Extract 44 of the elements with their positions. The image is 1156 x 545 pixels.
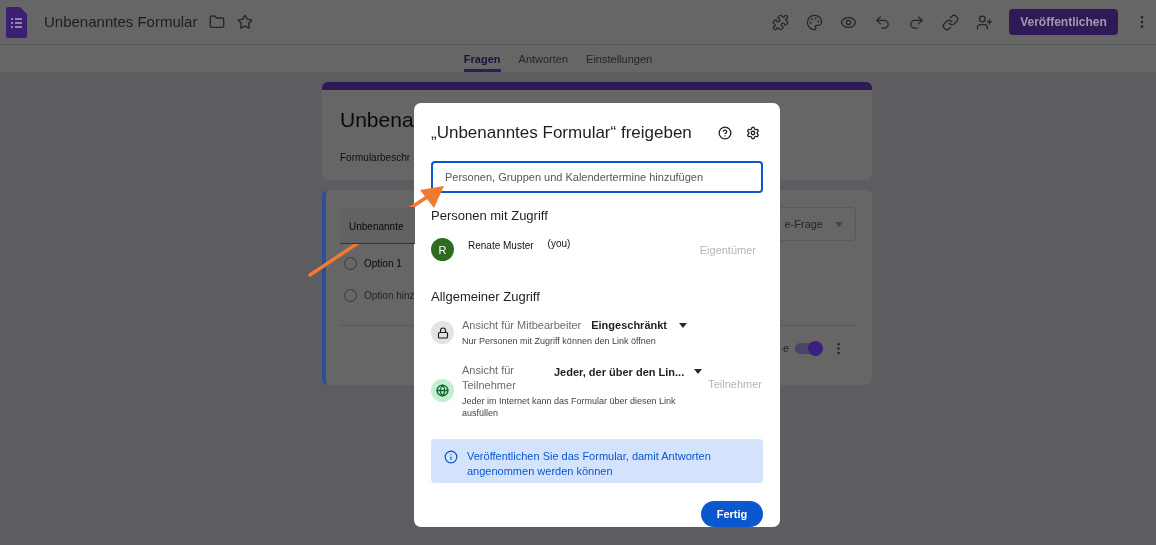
forms-logo-icon[interactable]: [6, 6, 27, 38]
link-icon[interactable]: [942, 13, 959, 31]
question-title-field[interactable]: Unbenannte: [340, 207, 415, 244]
required-label: e: [782, 341, 789, 356]
role-label: Teilnehmer: [708, 376, 762, 392]
role-label: Eigentümer: [699, 242, 756, 258]
people-heading: Personen mit Zugriff: [431, 206, 549, 225]
access-dropdown[interactable]: Jeder, der über den Lin...: [554, 363, 703, 381]
avatar: R: [431, 238, 454, 262]
dialog-title: „Unbenanntes Formular“ freigeben: [431, 122, 692, 144]
info-icon: [444, 449, 458, 464]
caret-icon: [679, 322, 688, 328]
form-title[interactable]: Unbenanntes Formular: [44, 10, 198, 34]
globe-icon: [431, 379, 454, 403]
option-label[interactable]: Option 1: [364, 256, 402, 271]
settings-icon[interactable]: [746, 125, 760, 140]
access-label: Ansicht für Teilnehmer: [462, 362, 517, 393]
caret-icon: [835, 221, 843, 227]
required-toggle[interactable]: [795, 342, 821, 354]
access-description: Nur Personen mit Zugriff können den Link öffnen: [462, 335, 657, 349]
help-icon[interactable]: [718, 125, 732, 140]
palette-icon[interactable]: [806, 13, 823, 31]
access-label: Ansicht für Mitbearbeiter: [462, 317, 582, 333]
general-access-heading: Allgemeiner Zugriff: [431, 288, 541, 307]
undo-icon[interactable]: [874, 13, 891, 31]
redo-icon[interactable]: [908, 13, 925, 31]
person-note: (you): [547, 237, 571, 252]
lock-icon: [431, 321, 454, 345]
puzzle-icon[interactable]: [772, 13, 789, 31]
access-description: Jeder im Internet kann das Formular über diesen Link ausfüllen: [462, 394, 677, 419]
add-person-icon[interactable]: [976, 13, 993, 31]
tab[interactable]: Einstellungen: [586, 45, 653, 72]
info-text: Veröffentlichen Sie das Formular, damit Antworten angenommen werden können: [467, 448, 712, 479]
share-input-field[interactable]: Personen, Gruppen und Kalendertermine hinzufügen: [431, 160, 763, 193]
access-dropdown[interactable]: Eingeschränkt: [591, 316, 688, 334]
add-option-text[interactable]: Option hinz: [364, 288, 415, 303]
caret-icon: [694, 369, 703, 375]
folder-icon[interactable]: [209, 14, 226, 30]
tab[interactable]: Fragen: [463, 45, 501, 72]
star-icon[interactable]: [237, 14, 254, 30]
tab[interactable]: Antworten: [518, 45, 569, 72]
person-name: Renate Muster: [468, 239, 534, 254]
publish-button[interactable]: Veröffentlichen: [1009, 9, 1118, 35]
done-button[interactable]: Fertig: [701, 501, 763, 527]
